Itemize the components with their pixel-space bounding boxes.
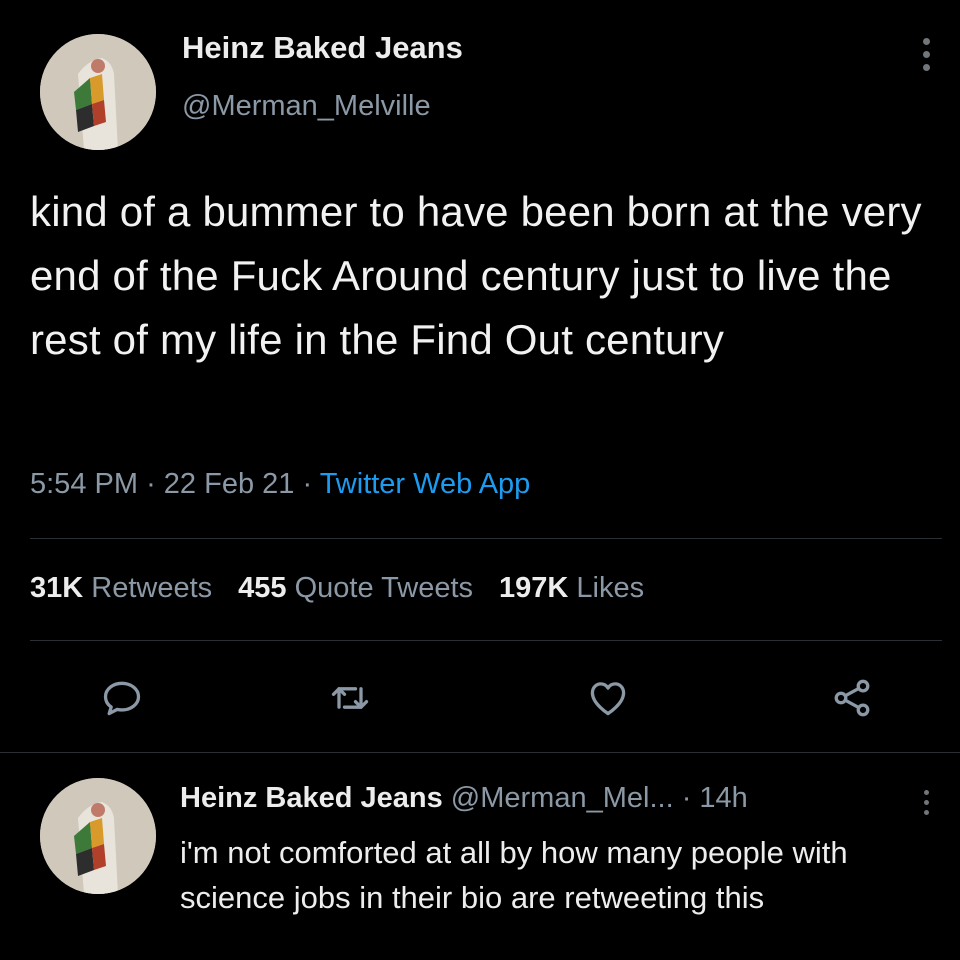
divider <box>30 538 942 539</box>
reply-more-options-icon[interactable] <box>916 790 936 822</box>
meta-separator: · <box>302 468 313 500</box>
reply-text: i'm not comforted at all by how many peo… <box>180 835 848 915</box>
reply-author-handle[interactable]: @Merman_Mel... <box>451 782 674 814</box>
reply-icon[interactable] <box>100 676 144 720</box>
likes-count: 197K <box>499 572 569 604</box>
retweets-label: Retweets <box>91 572 213 604</box>
divider <box>0 752 960 753</box>
reply-author-name[interactable]: Heinz Baked Jeans <box>180 782 443 814</box>
meta-separator: · <box>681 782 692 814</box>
avatar-image <box>40 778 156 894</box>
meta-separator: · <box>146 468 156 500</box>
likes-label: Likes <box>576 572 645 604</box>
quote-tweets-count: 455 <box>238 572 287 604</box>
retweets-count: 31K <box>30 572 84 604</box>
reply-age: 14h <box>699 782 748 814</box>
author-avatar[interactable] <box>40 34 156 150</box>
tweet-date: 22 Feb 21 <box>163 468 295 500</box>
tweet-time: 5:54 PM <box>30 468 138 500</box>
tweet-text: kind of a bummer to have been born at th… <box>30 188 922 363</box>
tweet-stats: 31K Retweets 455 Quote Tweets 197K Likes <box>30 572 644 605</box>
tweet-source-link[interactable]: Twitter Web App <box>320 468 531 500</box>
reply-author-avatar[interactable] <box>40 778 156 894</box>
heart-icon[interactable] <box>586 676 630 720</box>
more-options-icon[interactable] <box>916 38 936 80</box>
reply-header: Heinz Baked Jeans @Merman_Mel... · 14h <box>180 782 748 815</box>
retweets-stat[interactable]: 31K Retweets <box>30 572 212 604</box>
retweet-icon[interactable] <box>328 676 372 720</box>
author-name[interactable]: Heinz Baked Jeans <box>182 30 463 66</box>
tweet-meta: 5:54 PM · 22 Feb 21 · Twitter Web App <box>30 468 530 501</box>
quote-tweets-label: Quote Tweets <box>294 572 474 604</box>
avatar-image <box>40 34 156 150</box>
divider <box>30 640 942 641</box>
author-handle[interactable]: @Merman_Melville <box>182 90 431 123</box>
likes-stat[interactable]: 197K Likes <box>499 572 644 604</box>
quote-tweets-stat[interactable]: 455 Quote Tweets <box>238 572 473 604</box>
share-icon[interactable] <box>830 676 874 720</box>
